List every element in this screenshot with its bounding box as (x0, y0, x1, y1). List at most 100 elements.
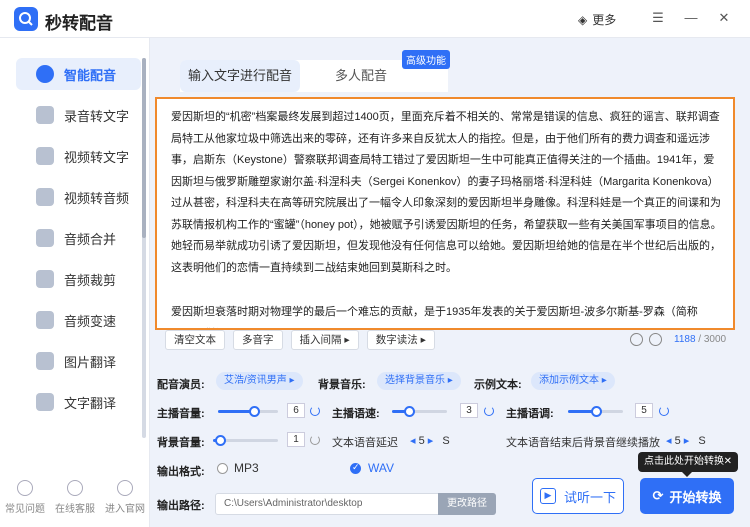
sidebar-item-label: 音频变速 (64, 313, 117, 329)
delay-increase-icon[interactable]: ▸ (428, 435, 434, 447)
number-reading-button[interactable]: 数字读法 ▸ (366, 330, 435, 350)
volume-knob[interactable] (249, 406, 260, 417)
faq-link[interactable]: 常见问题 (5, 476, 45, 526)
pitch-reset-icon[interactable] (659, 406, 669, 416)
pitch-slider[interactable] (568, 406, 623, 417)
bg-volume-slider[interactable] (213, 435, 278, 446)
format-wav-label[interactable]: WAV (368, 461, 394, 475)
volume-slider[interactable] (218, 406, 278, 417)
start-label: 开始转换 (669, 489, 722, 505)
sidebar: 智能配音 录音转文字 视频转文字 视频转音频 音频合并 音频裁剪 音频变速 图片… (0, 38, 150, 527)
sidebar-item-video-to-audio[interactable]: 视频转音频 (16, 181, 141, 213)
sidebar-scrollbar[interactable] (142, 58, 146, 438)
volume-reset-icon[interactable] (310, 406, 320, 416)
website-label: 进入官网 (105, 504, 145, 515)
video-text-icon (36, 147, 54, 165)
insert-pause-button[interactable]: 插入间隔 ▸ (290, 330, 359, 350)
anchor-value: 艾浩/资讯男声 (224, 375, 287, 386)
mic-icon (36, 65, 54, 83)
path-label: 输出路径: (157, 500, 205, 512)
count-current: 1188 (674, 334, 696, 345)
volume-input[interactable]: 6 (287, 403, 305, 418)
polyphone-button[interactable]: 多音字 (233, 330, 283, 350)
format-wav-radio[interactable] (350, 462, 361, 474)
question-icon (17, 480, 33, 496)
format-mp3-label[interactable]: MP3 (234, 461, 259, 475)
bgm-select[interactable]: 选择背景音乐 ▸ (377, 372, 461, 390)
continue-unit: S (698, 435, 706, 447)
speed-reset-icon[interactable] (484, 406, 494, 416)
sidebar-item-image-translate[interactable]: 图片翻译 (16, 345, 141, 377)
delay-label: 文本语音延迟 (332, 437, 398, 449)
tooltip-text: 点击此处开始转换 (644, 456, 724, 467)
anchor-label: 配音演员: (157, 379, 205, 391)
volume-label: 主播音量: (157, 408, 205, 420)
bg-volume-input[interactable]: 1 (287, 432, 305, 447)
tab-text-dubbing[interactable]: 输入文字进行配音 (180, 60, 300, 92)
delay-value: 5 (418, 435, 425, 447)
sidebar-item-audio-speed[interactable]: 音频变速 (16, 304, 141, 336)
continue-stepper[interactable]: ◂ 5 ▸ S (666, 434, 706, 447)
delay-unit: S (442, 435, 450, 447)
pitch-input[interactable]: 5 (635, 403, 653, 418)
count-max: 3000 (703, 334, 727, 345)
image-translate-icon (36, 352, 54, 370)
sidebar-item-smart-dubbing[interactable]: 智能配音 (16, 58, 141, 90)
bg-volume-knob[interactable] (214, 435, 226, 446)
continue-increase-icon[interactable]: ▸ (684, 435, 690, 447)
tab-multi-dubbing[interactable]: 多人配音 (335, 60, 387, 92)
sidebar-item-label: 视频转文字 (64, 149, 130, 165)
clear-text-button[interactable]: 清空文本 (165, 330, 225, 350)
speed-slider[interactable] (392, 406, 447, 417)
advanced-badge: 高级功能 (402, 50, 450, 69)
delay-stepper[interactable]: ◂ 5 ▸ S (410, 434, 450, 447)
sample-select[interactable]: 添加示例文本 ▸ (531, 372, 615, 390)
start-convert-button[interactable]: ⟳ 开始转换 (640, 478, 734, 514)
format-mp3-radio[interactable] (217, 463, 228, 474)
continue-decrease-icon[interactable]: ◂ (666, 435, 672, 447)
speed-input[interactable]: 3 (460, 403, 478, 418)
pitch-knob[interactable] (590, 406, 602, 417)
copy-icon[interactable] (630, 333, 643, 346)
preview-button[interactable]: ▶ 试听一下 (532, 478, 624, 514)
play-icon: ▶ (539, 488, 556, 504)
more-button[interactable]: ◈ 更多 (578, 11, 616, 28)
sample-label: 示例文本: (474, 379, 522, 391)
tooltip-close-icon[interactable]: ✕ (724, 452, 732, 472)
text-editor[interactable]: 爱因斯坦的“机密”档案最终发展到超过1400页，里面充斥着不相关的、常常是错误的… (155, 97, 735, 330)
sidebar-item-text-translate[interactable]: 文字翻译 (16, 386, 141, 418)
support-label: 在线客服 (55, 504, 95, 515)
delay-decrease-icon[interactable]: ◂ (410, 435, 416, 447)
app-title: 秒转配音 (45, 14, 113, 33)
speed-knob[interactable] (403, 406, 415, 417)
support-link[interactable]: 在线客服 (55, 476, 95, 526)
bg-volume-label: 背景音量: (157, 437, 205, 449)
close-icon[interactable]: ✕ (716, 10, 732, 26)
editor-paragraph: 爱因斯坦的“机密”档案最终发展到超过1400页，里面充斥着不相关的、常常是错误的… (171, 111, 722, 274)
minimize-icon[interactable]: — (683, 10, 699, 26)
output-path-input[interactable]: C:\Users\Administrator\desktop (215, 493, 440, 515)
char-count: 1188 / 3000 (630, 333, 726, 346)
start-tooltip: 点击此处开始转换 ✕ (638, 452, 738, 477)
title-bar: 秒转配音 ◈ 更多 ☰ — ✕ (0, 0, 750, 38)
website-link[interactable]: 进入官网 (105, 476, 145, 526)
sidebar-item-audio-to-text[interactable]: 录音转文字 (16, 99, 141, 131)
layers-icon: ◈ (578, 12, 588, 27)
sidebar-item-audio-cut[interactable]: 音频裁剪 (16, 263, 141, 295)
bg-volume-reset-icon[interactable] (310, 435, 320, 445)
merge-icon (36, 229, 54, 247)
copyright-icon[interactable] (649, 333, 662, 346)
sidebar-item-audio-merge[interactable]: 音频合并 (16, 222, 141, 254)
anchor-select[interactable]: 艾浩/资讯男声 ▸ (216, 372, 303, 390)
menu-icon[interactable]: ☰ (650, 10, 666, 26)
convert-icon: ⟳ (652, 488, 664, 503)
count-sep: / (698, 334, 702, 345)
sidebar-item-video-to-text[interactable]: 视频转文字 (16, 140, 141, 172)
sample-value: 添加示例文本 (539, 375, 599, 386)
sidebar-item-label: 视频转音频 (64, 190, 130, 206)
video-audio-icon (36, 188, 54, 206)
change-path-button[interactable]: 更改路径 (438, 493, 496, 515)
bgm-label: 背景音乐: (318, 379, 366, 391)
text-translate-icon (36, 393, 54, 411)
sidebar-item-label: 音频裁剪 (64, 272, 117, 288)
